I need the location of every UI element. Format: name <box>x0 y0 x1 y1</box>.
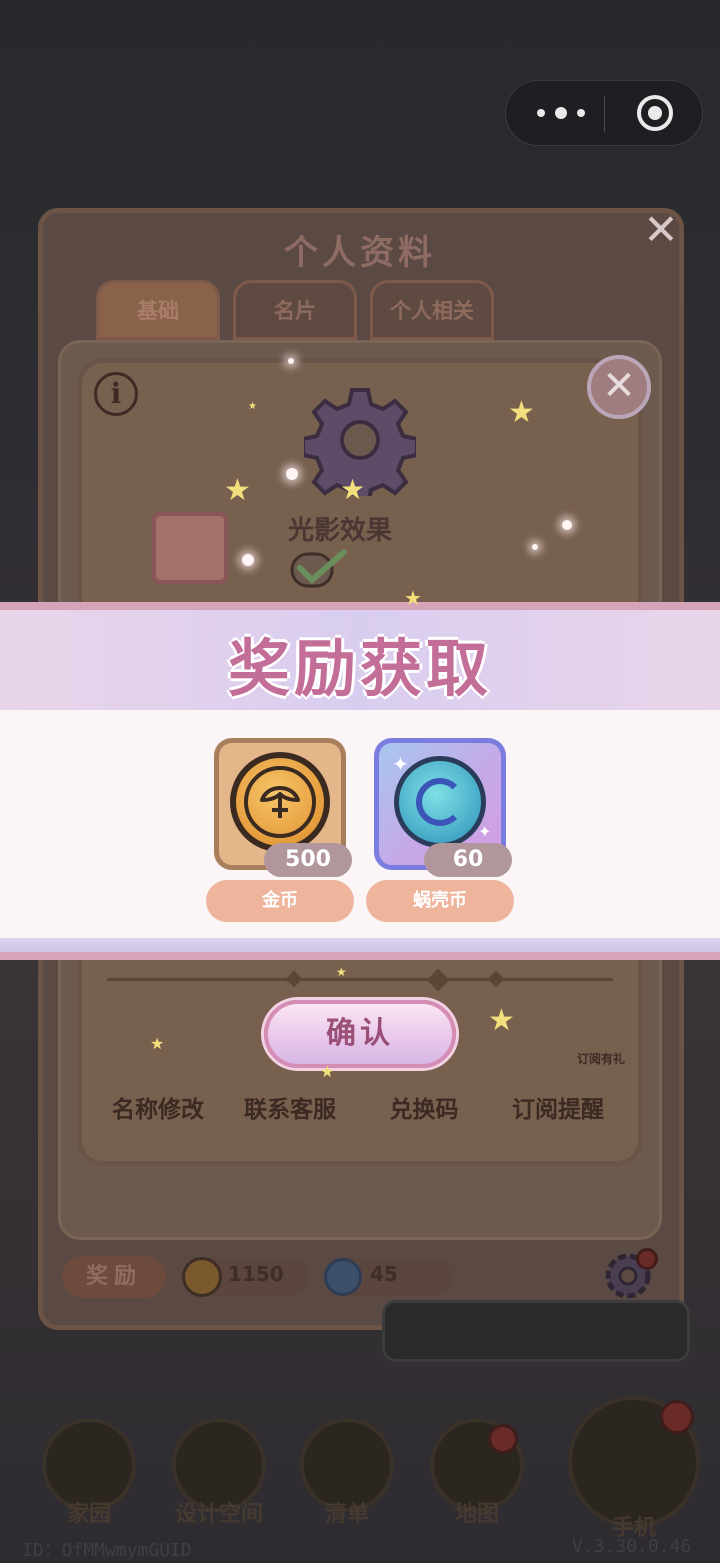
info-icon[interactable]: i <box>94 372 138 416</box>
reward-label: 奖励 <box>62 1256 166 1298</box>
shell-swirl <box>416 778 464 826</box>
profile-title: 个人资料 <box>284 233 436 273</box>
star-icon: ★ <box>340 473 366 506</box>
notification-dot <box>488 1424 518 1454</box>
coin-icon <box>182 1257 222 1297</box>
star-icon: ★ <box>336 965 347 979</box>
shell-balance: 45 <box>370 1262 398 1286</box>
target-close-icon[interactable] <box>637 95 673 131</box>
capsule-divider <box>604 96 605 132</box>
card-close-icon[interactable]: ✕ <box>587 355 651 419</box>
user-id: ID：OfMMwmymGUID <box>22 1540 192 1561</box>
nav-map-label[interactable]: 地图 <box>417 1496 537 1528</box>
checkbox-icon[interactable] <box>290 548 348 588</box>
subscribe-gift-tag: 订阅有礼 <box>576 1052 625 1066</box>
confirm-button[interactable]: 确认 <box>264 1000 456 1068</box>
rename-button[interactable]: 名称修改 <box>98 1090 218 1124</box>
subscribe-reminder-button[interactable]: 订阅提醒 <box>498 1090 618 1124</box>
reward-band-bottom <box>0 938 720 952</box>
star-icon: ★ <box>150 1034 165 1053</box>
panel-close-icon[interactable]: ✕ <box>641 209 681 251</box>
redeem-code-button[interactable]: 兑换码 <box>364 1090 484 1124</box>
star-icon: ★ <box>508 395 535 430</box>
notification-dot <box>636 1248 658 1270</box>
speech-bubble <box>382 1300 690 1362</box>
contact-support-button[interactable]: 联系客服 <box>230 1090 350 1124</box>
tab-personal[interactable]: 个人相关 <box>370 280 494 340</box>
lighting-effect-label: 光影效果 <box>287 516 392 546</box>
glow-dot <box>286 468 298 480</box>
shell-coin-icon <box>324 1258 362 1296</box>
coin-leaf-emblem-icon <box>260 786 300 818</box>
glow-dot <box>288 358 294 364</box>
glow-dot <box>242 554 254 566</box>
reward-title: 奖励获取 <box>227 632 492 705</box>
shell-coin-name: 蜗壳币 <box>366 880 514 922</box>
shell-coin-quantity: 60 <box>424 843 512 877</box>
nav-home-label[interactable]: 家园 <box>29 1496 149 1528</box>
reward-band-border <box>0 952 720 960</box>
coin-name: 金币 <box>206 880 354 922</box>
nav-design-label[interactable]: 设计空间 <box>159 1496 279 1528</box>
separator-line <box>107 978 613 981</box>
sparkle-icon: ✦ <box>392 752 409 776</box>
star-icon: ★ <box>224 473 251 508</box>
star-icon: ★ <box>320 1062 335 1081</box>
coin-quantity: 500 <box>264 843 352 877</box>
star-icon: ★ <box>488 1003 515 1038</box>
glow-dot <box>562 520 572 530</box>
coin-balance: 1150 <box>228 1262 284 1286</box>
reward-body <box>0 710 720 938</box>
more-dots-icon[interactable] <box>531 96 601 130</box>
window-icon <box>152 512 228 584</box>
reward-band-border <box>0 602 720 610</box>
notification-dot <box>660 1400 694 1434</box>
tab-basic[interactable]: 基础 <box>96 280 220 340</box>
version-text: V.3.30.0.46 <box>572 1536 692 1557</box>
nav-list-label[interactable]: 清单 <box>287 1496 407 1528</box>
star-icon: ★ <box>248 401 257 412</box>
sparkle-icon: ✦ <box>478 822 492 841</box>
tab-card[interactable]: 名片 <box>233 280 357 340</box>
glow-dot <box>532 544 538 550</box>
star-icon: ★ <box>404 586 422 610</box>
